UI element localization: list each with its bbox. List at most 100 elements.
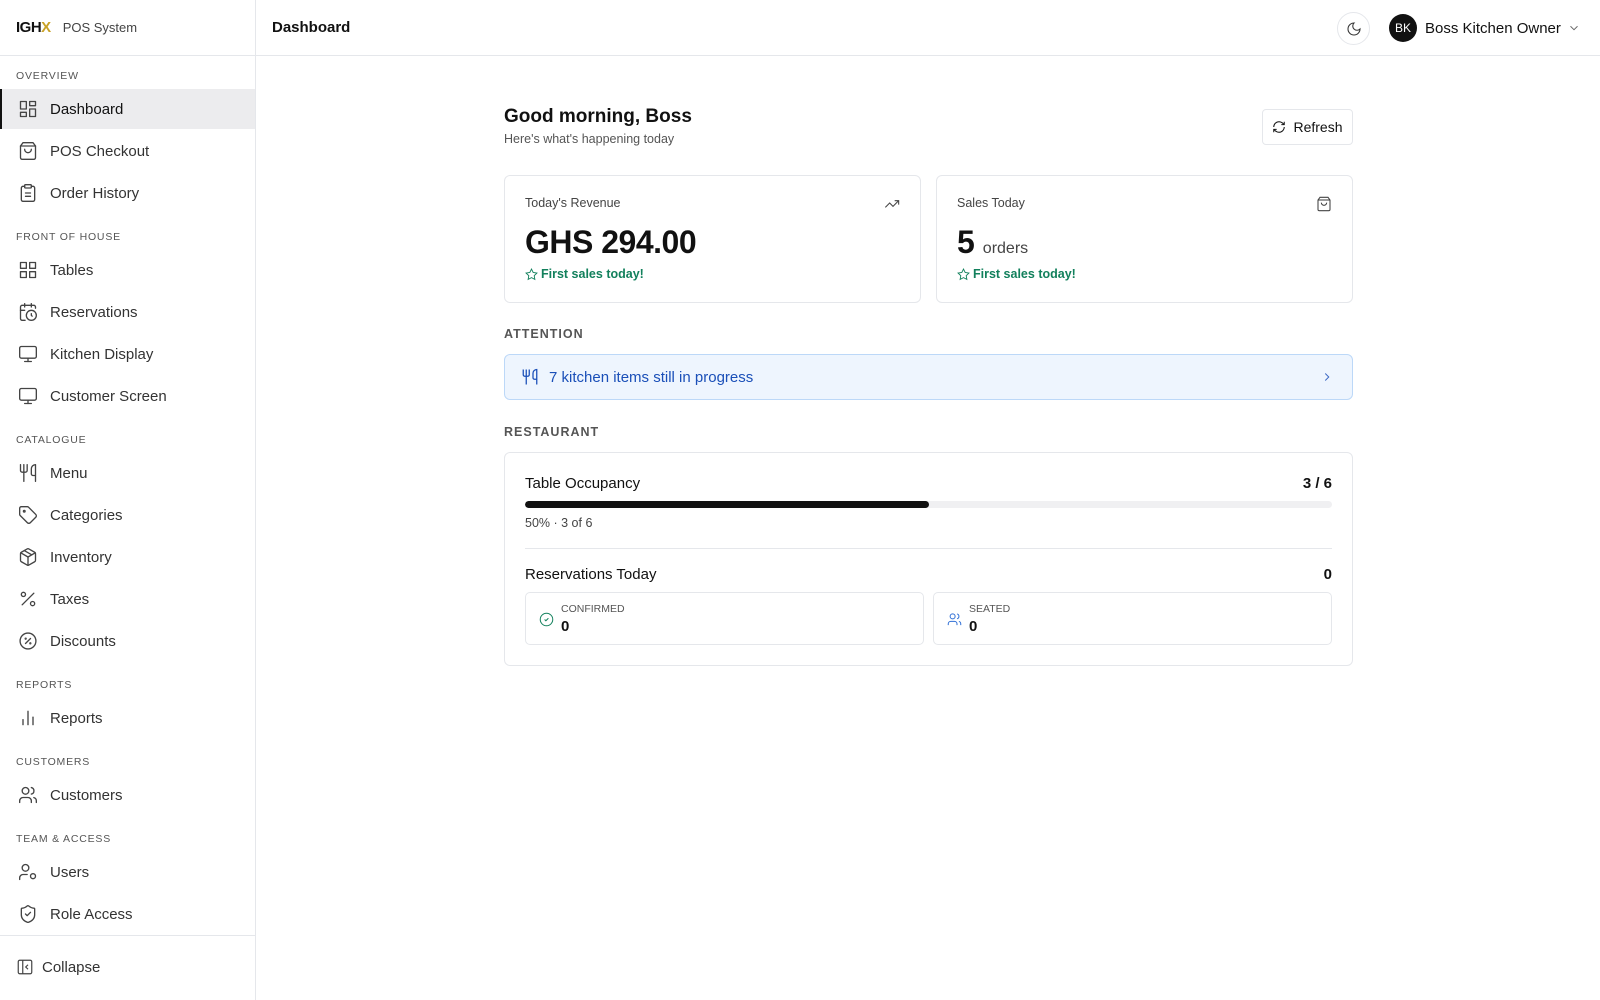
section-label-catalogue: CATALOGUE (16, 434, 87, 446)
shopping-bag-icon (1317, 196, 1331, 212)
chevron-right-icon (1324, 373, 1330, 381)
sidebar-item-label: Kitchen Display (50, 345, 154, 363)
occupancy-progress-fill (525, 501, 929, 508)
sidebar-item-menu[interactable]: Menu (0, 453, 255, 493)
reservations-count: 0 (1323, 566, 1332, 583)
section-label-overview: OVERVIEW (16, 70, 79, 82)
sidebar-item-label: Reservations (50, 303, 138, 321)
check-circle-icon (539, 612, 554, 627)
user-menu[interactable]: BK Boss Kitchen Owner (1389, 14, 1581, 42)
sidebar-item-label: Discounts (50, 632, 116, 650)
monitor-icon (19, 387, 37, 405)
sidebar-item-discounts[interactable]: Discounts (0, 621, 255, 661)
user-cog-icon (19, 863, 37, 881)
greeting-subtitle: Here's what's happening today (504, 132, 675, 146)
star-icon (957, 267, 970, 280)
sidebar-item-customers[interactable]: Customers (0, 775, 255, 815)
sidebar-item-order-history[interactable]: Order History (0, 173, 255, 213)
sidebar-item-label: Dashboard (50, 100, 124, 118)
confirmed-label: Confirmed (561, 603, 625, 615)
users-icon (947, 613, 962, 626)
sidebar-item-label: Taxes (50, 590, 90, 608)
users-icon (19, 786, 38, 804)
sidebar-item-customer-screen[interactable]: Customer Screen (0, 376, 255, 416)
sidebar-item-label: Customer Screen (50, 387, 167, 405)
tag-icon (19, 506, 37, 524)
clipboard-icon (20, 184, 36, 202)
refresh-icon (1273, 121, 1286, 133)
brand-subtitle: POS System (62, 20, 138, 35)
grid-icon (19, 261, 37, 279)
reservations-label: Reservations Today (525, 566, 657, 583)
collapse-label: Collapse (42, 958, 101, 976)
restaurant-card: Table Occupancy 3 / 6 50% · 3 of 6 Reser… (504, 452, 1353, 666)
sidebar-item-categories[interactable]: Categories (0, 495, 255, 535)
package-icon (19, 548, 37, 566)
sidebar-item-label: Order History (50, 184, 140, 202)
dashboard-content: Good morning, Boss Here's what's happeni… (504, 106, 1353, 666)
star-icon (525, 267, 538, 280)
sidebar-item-tables[interactable]: Tables (0, 250, 255, 290)
theme-toggle-button[interactable] (1337, 12, 1370, 45)
sales-card: Sales Today 5 orders First sales today! (936, 175, 1353, 303)
brand: IGHX POS System (0, 0, 255, 56)
moon-icon (1347, 21, 1361, 35)
section-label-front-of-house: FRONT OF HOUSE (16, 231, 121, 243)
sidebar-item-inventory[interactable]: Inventory (0, 537, 255, 577)
dashboard-icon (19, 100, 37, 118)
sidebar-item-role-access[interactable]: Role Access (0, 894, 255, 934)
occupancy-progress-bar (525, 501, 1332, 508)
sidebar-item-reservations[interactable]: Reservations (0, 292, 255, 332)
brand-logo[interactable]: IGHX (16, 19, 51, 36)
revenue-label: Today's Revenue (525, 196, 621, 210)
occupancy-detail: 50% · 3 of 6 (525, 516, 593, 530)
utensils-icon (19, 464, 37, 482)
revenue-value: GHS 294.00 (525, 224, 697, 260)
seated-stat: Seated 0 (933, 592, 1332, 645)
sidebar-item-label: Inventory (50, 548, 112, 566)
sidebar-item-label: Menu (50, 464, 88, 482)
bar-chart-icon (22, 710, 34, 726)
sales-note: First sales today! (957, 267, 1076, 281)
sidebar-item-reports[interactable]: Reports (0, 698, 255, 738)
sidebar-item-label: Users (50, 863, 90, 881)
revenue-card: Today's Revenue GHS 294.00 First sales t… (504, 175, 921, 303)
greeting-title: Good morning, Boss (504, 106, 692, 127)
section-label-customers: CUSTOMERS (16, 756, 91, 768)
user-name: Boss Kitchen Owner (1425, 19, 1561, 37)
calendar-clock-icon (19, 303, 37, 321)
sidebar-item-kitchen-display[interactable]: Kitchen Display (0, 334, 255, 374)
collapse-button[interactable]: Collapse (16, 958, 100, 976)
alert-text: 7 kitchen items still in progress (549, 368, 754, 386)
sidebar-item-dashboard[interactable]: Dashboard (0, 89, 255, 129)
occupancy-label: Table Occupancy (525, 475, 641, 492)
utensils-icon (522, 368, 538, 385)
section-label-reports: REPORTS (16, 679, 73, 691)
attention-title: ATTENTION (504, 327, 584, 341)
avatar: BK (1389, 14, 1417, 42)
sidebar-item-label: Tables (50, 261, 94, 279)
divider (525, 548, 1332, 549)
discount-badge-icon (19, 632, 37, 650)
sidebar-item-pos-checkout[interactable]: POS Checkout (0, 131, 255, 171)
sales-label: Sales Today (957, 196, 1025, 210)
monitor-icon (19, 345, 37, 363)
shopping-bag-icon (19, 142, 37, 160)
revenue-note: First sales today! (525, 267, 644, 281)
chevron-down-icon (1570, 25, 1578, 31)
refresh-label: Refresh (1293, 119, 1343, 135)
sidebar-item-users[interactable]: Users (0, 852, 255, 892)
confirmed-value: 0 (561, 618, 570, 635)
sidebar-item-taxes[interactable]: Taxes (0, 579, 255, 619)
occupancy-count: 3 / 6 (1302, 475, 1332, 492)
seated-label: Seated (969, 603, 1011, 615)
trending-up-icon (884, 200, 900, 208)
refresh-button[interactable]: Refresh (1262, 109, 1353, 145)
section-label-team-access: TEAM & ACCESS (16, 833, 112, 845)
sidebar-item-label: POS Checkout (50, 142, 150, 160)
sidebar-footer: Collapse (0, 935, 255, 1000)
kitchen-alert[interactable]: 7 kitchen items still in progress (504, 354, 1353, 400)
sidebar: IGHX POS System OVERVIEW Dashboard POS C… (0, 0, 256, 1000)
top-header: Dashboard BK Boss Kitchen Owner (256, 0, 1600, 56)
seated-value: 0 (969, 618, 978, 635)
